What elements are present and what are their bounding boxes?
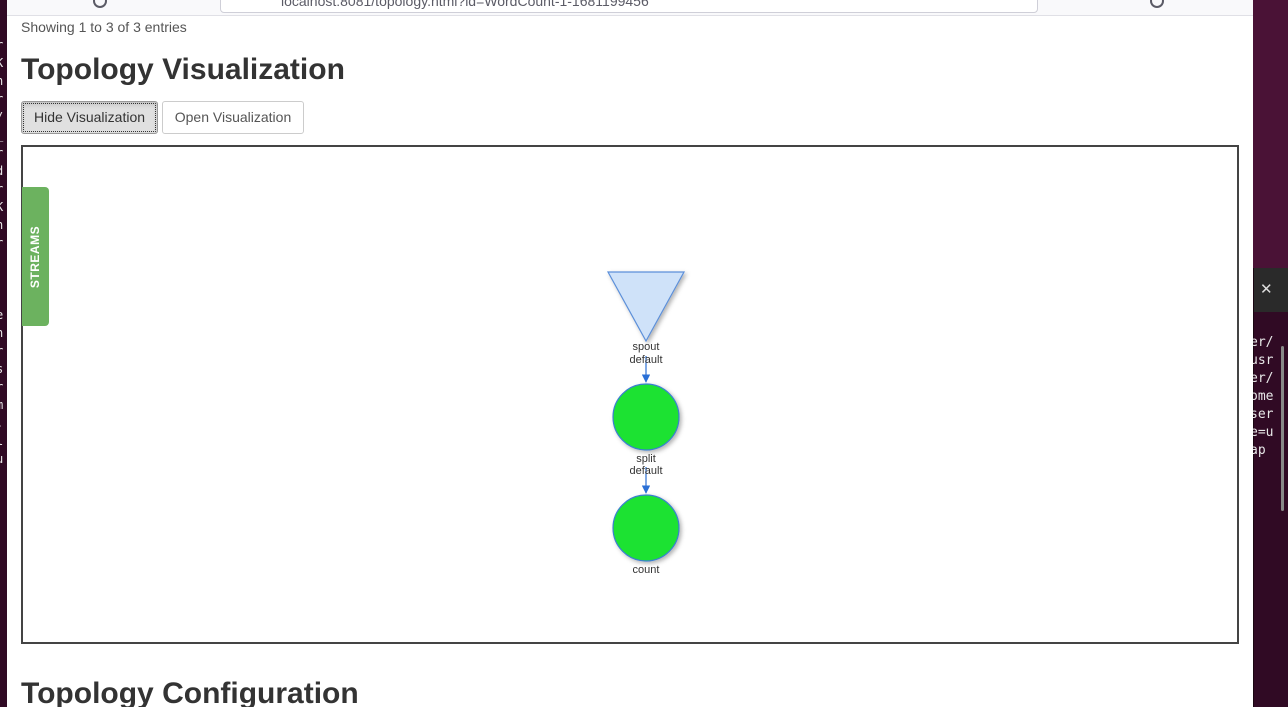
node-count[interactable]: count [612, 494, 680, 576]
visualization-canvas[interactable]: STREAMS spout default split default coun… [21, 145, 1239, 644]
url-bar[interactable]: localhost:8081/topology.html?id=WordCoun… [220, 0, 1038, 13]
terminal-line: K [0, 198, 7, 216]
browser-toolbar: localhost:8081/topology.html?id=WordCoun… [7, 0, 1253, 16]
terminal-line: e [0, 306, 7, 324]
terminal-line: r [0, 36, 7, 54]
terminal-line: K [0, 54, 7, 72]
node-spout[interactable]: spout [606, 271, 686, 353]
terminal-right[interactable]: ✕ er/usr er/ome ser e=u ap [1250, 268, 1288, 707]
url-text: localhost:8081/topology.html?id=WordCoun… [281, 0, 649, 9]
terminal-line: r [0, 378, 7, 396]
close-icon[interactable]: ✕ [1260, 280, 1273, 298]
node-label-split: split [636, 453, 656, 465]
open-visualization-button[interactable]: Open Visualization [162, 101, 304, 134]
terminal-line: s [0, 360, 7, 378]
terminal-line: m [0, 396, 7, 414]
terminal-left: rKnr/_rdrKnr enrsrm.lu [0, 0, 7, 707]
terminal-scrollbar[interactable] [1281, 346, 1284, 511]
edge-label-spout-split: default [629, 354, 662, 366]
edge-label-split-count: default [629, 465, 662, 477]
visualization-title: Topology Visualization [21, 53, 345, 86]
node-label-spout: spout [633, 341, 660, 353]
terminal-line: l [0, 432, 7, 450]
terminal-line: n [0, 72, 7, 90]
entries-info: Showing 1 to 3 of 3 entries [21, 19, 187, 35]
topology-graph: spout default split default count [606, 271, 686, 576]
terminal-line: r [0, 342, 7, 360]
desktop-background [1253, 0, 1288, 268]
terminal-line: n [0, 324, 7, 342]
reload-icon[interactable] [93, 0, 107, 8]
hide-visualization-button[interactable]: Hide Visualization [21, 101, 158, 134]
terminal-line: r [0, 234, 7, 252]
terminal-line: r [0, 90, 7, 108]
node-label-count: count [633, 564, 660, 576]
node-split[interactable]: split [612, 383, 680, 465]
terminal-line: d [0, 162, 7, 180]
browser-window: localhost:8081/topology.html?id=WordCoun… [7, 0, 1253, 707]
terminal-line: _ [0, 126, 7, 144]
terminal-line: / [0, 108, 7, 126]
terminal-line: u [0, 450, 7, 468]
terminal-line: r [0, 180, 7, 198]
terminal-line: r [0, 144, 7, 162]
terminal-line: . [0, 414, 7, 432]
account-icon[interactable] [1150, 0, 1164, 8]
terminal-line: n [0, 216, 7, 234]
terminal-titlebar: ✕ [1254, 268, 1288, 312]
configuration-title: Topology Configuration [21, 677, 359, 707]
